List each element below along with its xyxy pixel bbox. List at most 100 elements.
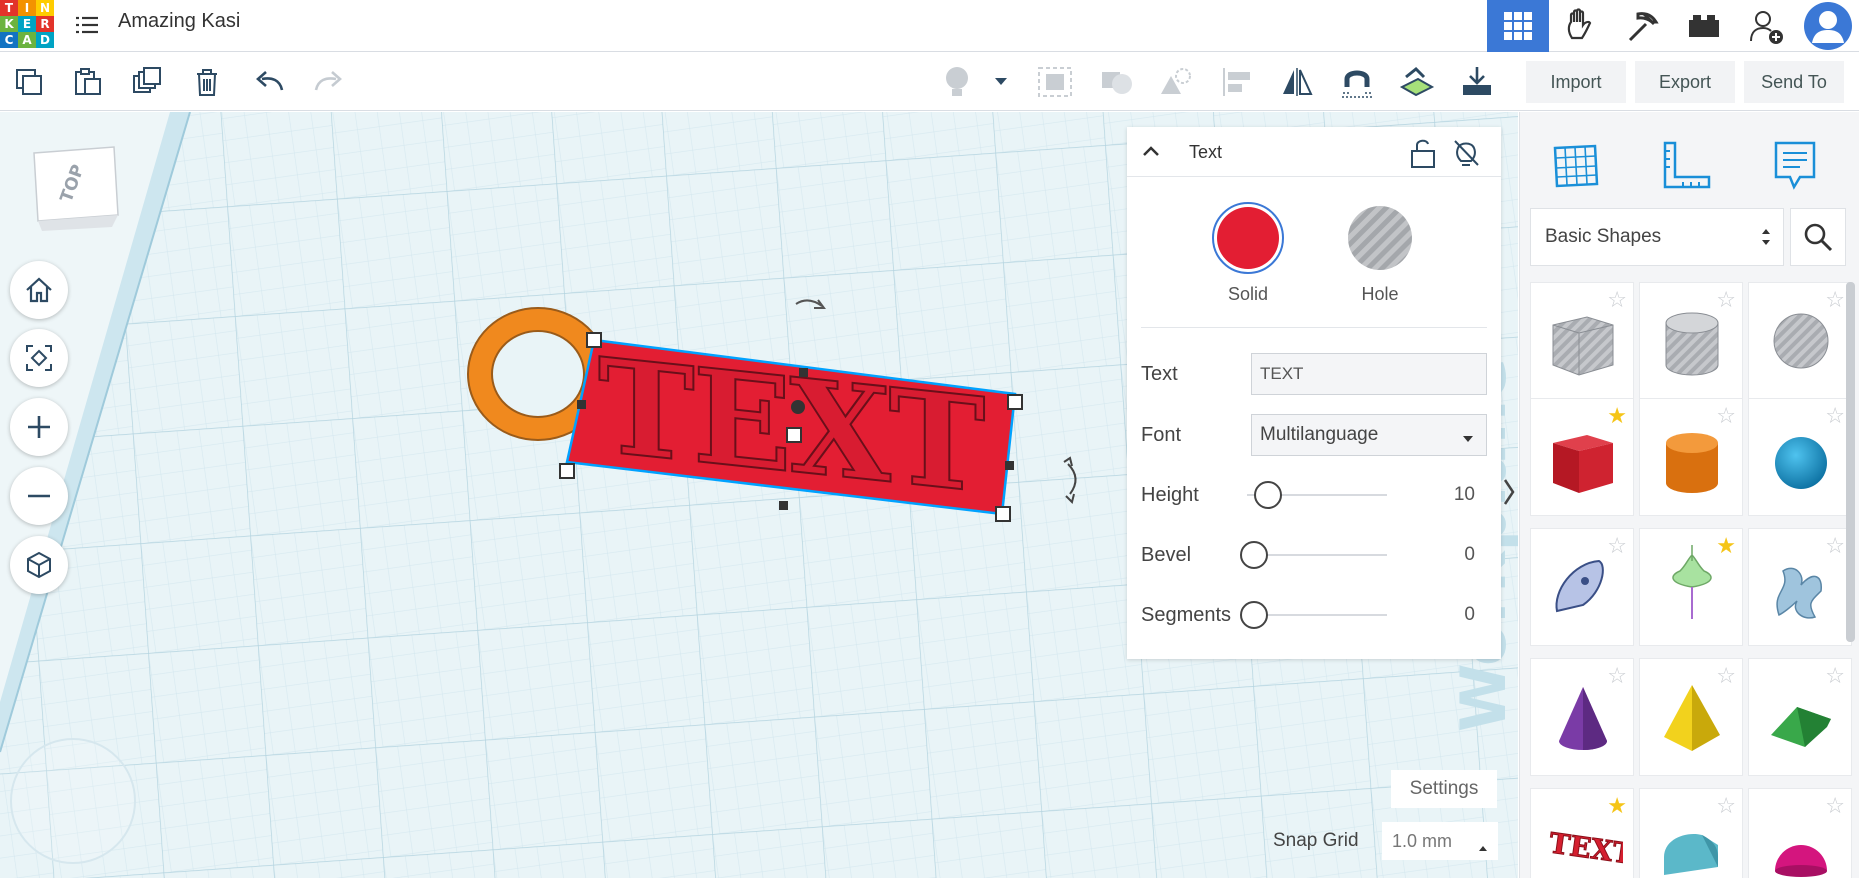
segments-value[interactable]: 0 xyxy=(1464,604,1475,626)
align-icon[interactable] xyxy=(1218,63,1256,101)
view-cube[interactable]: TOP xyxy=(30,145,122,231)
favorite-star-icon[interactable]: ★ xyxy=(1716,533,1736,559)
height-slider-knob[interactable] xyxy=(1254,481,1282,509)
favorite-star-icon[interactable]: ☆ xyxy=(1716,287,1736,313)
zoom-out-icon[interactable] xyxy=(10,467,68,525)
workplane-tool-icon[interactable] xyxy=(1398,63,1436,101)
hole-label: Hole xyxy=(1361,284,1399,304)
logo-letter: K xyxy=(0,16,18,32)
segments-slider-knob[interactable] xyxy=(1240,601,1268,629)
shape-tile-text[interactable]: TEXT ★ xyxy=(1530,788,1634,878)
search-icon[interactable] xyxy=(1790,208,1846,266)
undo-icon[interactable] xyxy=(250,63,288,101)
mirror-icon[interactable] xyxy=(1278,63,1316,101)
tinkercad-logo[interactable]: T I N K E R C A D xyxy=(0,0,54,48)
import-button[interactable]: Import xyxy=(1526,61,1626,103)
text-input[interactable] xyxy=(1251,353,1487,395)
menu-list-icon[interactable] xyxy=(72,10,102,40)
favorite-star-icon[interactable]: ★ xyxy=(1607,793,1627,819)
favorite-star-icon[interactable]: ☆ xyxy=(1716,663,1736,689)
logo-letter: R xyxy=(36,16,54,32)
collapse-chevron-icon[interactable] xyxy=(1139,140,1163,169)
add-user-icon[interactable] xyxy=(1735,0,1797,52)
favorite-star-icon[interactable]: ☆ xyxy=(1825,793,1845,819)
favorite-star-icon[interactable]: ☆ xyxy=(1607,533,1627,559)
duplicate-icon[interactable] xyxy=(128,63,166,101)
ruler-icon[interactable] xyxy=(1653,130,1719,202)
logo-letter: N xyxy=(36,0,54,16)
fit-view-icon[interactable] xyxy=(10,329,68,387)
font-select[interactable]: Multilanguage xyxy=(1251,414,1487,456)
shape-tile-half-cylinder[interactable]: ☆ xyxy=(1639,788,1743,878)
favorite-star-icon[interactable]: ☆ xyxy=(1825,287,1845,313)
shape-tile-cone[interactable]: ☆ xyxy=(1530,658,1634,776)
hole-swatch[interactable] xyxy=(1345,203,1415,278)
hide-lightbulb-icon[interactable] xyxy=(1451,137,1481,174)
orbit-control[interactable] xyxy=(10,738,136,864)
show-lightbulb-icon[interactable] xyxy=(938,63,976,101)
profile-avatar-icon[interactable] xyxy=(1797,0,1859,52)
favorite-star-icon[interactable]: ☆ xyxy=(1825,403,1845,429)
shapes-scrollbar[interactable] xyxy=(1846,282,1855,642)
shape-tile-shape-generator[interactable]: ☆ xyxy=(1748,528,1852,646)
shape-tile-box-hole[interactable]: ☆ xyxy=(1530,282,1634,400)
shape-tile-paraboloid[interactable]: ★ xyxy=(1639,528,1743,646)
shape-tile-scribble[interactable]: ☆ xyxy=(1530,528,1634,646)
shape-tile-cylinder[interactable]: ☆ xyxy=(1639,398,1743,516)
import-drop-icon[interactable] xyxy=(1458,63,1496,101)
shape-tile-half-sphere[interactable]: ☆ xyxy=(1748,788,1852,878)
snap-grid-select[interactable]: 1.0 mm xyxy=(1382,822,1498,860)
circuits-hand-icon[interactable] xyxy=(1549,0,1611,52)
dropdown-arrow-icon[interactable] xyxy=(988,63,1014,101)
send-to-button[interactable]: Send To xyxy=(1744,61,1844,103)
favorite-star-icon[interactable]: ☆ xyxy=(1825,533,1845,559)
shape-inspector-panel: Text Solid Hole Text Font Multilanguage … xyxy=(1127,127,1501,659)
project-title[interactable]: Amazing Kasi xyxy=(118,10,240,33)
bevel-value[interactable]: 0 xyxy=(1464,544,1475,566)
delete-icon[interactable] xyxy=(188,63,226,101)
perspective-icon[interactable] xyxy=(10,536,68,594)
zoom-in-icon[interactable] xyxy=(10,398,68,456)
updown-caret-icon xyxy=(1761,225,1771,250)
solid-swatch[interactable] xyxy=(1211,201,1285,280)
paste-icon[interactable] xyxy=(69,63,107,101)
shape-tile-cylinder-hole[interactable]: ☆ xyxy=(1639,282,1743,400)
height-value[interactable]: 10 xyxy=(1454,484,1475,506)
text-prop-label: Text xyxy=(1141,363,1178,385)
workplane-grid-icon[interactable] xyxy=(1542,130,1608,202)
bricks-icon[interactable] xyxy=(1673,0,1735,52)
3d-design-grid-icon[interactable] xyxy=(1487,0,1549,52)
settings-button[interactable]: Settings xyxy=(1391,770,1497,808)
segments-prop-label: Segments xyxy=(1141,604,1232,626)
shape-tile-box[interactable]: ★ xyxy=(1530,398,1634,516)
favorite-star-icon[interactable]: ☆ xyxy=(1716,793,1736,819)
group-icon[interactable] xyxy=(1036,63,1074,101)
chevron-down-icon xyxy=(1462,428,1474,450)
copy-icon[interactable] xyxy=(10,63,48,101)
redo-icon[interactable] xyxy=(310,63,348,101)
favorite-star-icon[interactable]: ☆ xyxy=(1825,663,1845,689)
font-prop-label: Font xyxy=(1141,424,1182,446)
shape-tile-sphere[interactable]: ☆ xyxy=(1748,398,1852,516)
minecraft-pickaxe-icon[interactable] xyxy=(1611,0,1673,52)
bevel-slider-track[interactable] xyxy=(1247,554,1387,556)
inspector-header: Text xyxy=(1127,127,1501,177)
shape-tile-sphere-hole[interactable]: ☆ xyxy=(1748,282,1852,400)
panel-collapse-arrow-icon[interactable] xyxy=(1500,470,1518,514)
home-icon[interactable] xyxy=(10,261,68,319)
favorite-star-icon[interactable]: ★ xyxy=(1607,403,1627,429)
favorite-star-icon[interactable]: ☆ xyxy=(1607,663,1627,689)
favorite-star-icon[interactable]: ☆ xyxy=(1716,403,1736,429)
solid-hole-icon[interactable] xyxy=(1156,63,1194,101)
segments-slider-track[interactable] xyxy=(1247,614,1387,616)
favorite-star-icon[interactable]: ☆ xyxy=(1607,287,1627,313)
bevel-slider-knob[interactable] xyxy=(1240,541,1268,569)
notes-icon[interactable] xyxy=(1762,130,1828,202)
export-button[interactable]: Export xyxy=(1635,61,1735,103)
shape-tile-pyramid[interactable]: ☆ xyxy=(1639,658,1743,776)
shape-tile-roof[interactable]: ☆ xyxy=(1748,658,1852,776)
cruise-magnet-icon[interactable] xyxy=(1338,63,1376,101)
ungroup-icon[interactable] xyxy=(1097,63,1135,101)
shape-category-select[interactable]: Basic Shapes xyxy=(1530,208,1784,266)
unlock-icon[interactable] xyxy=(1408,137,1438,174)
